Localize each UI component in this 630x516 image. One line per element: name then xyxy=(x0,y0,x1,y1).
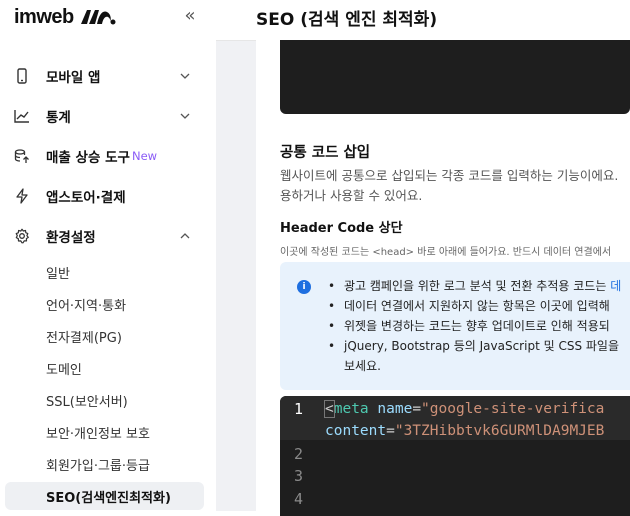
chevron-down-icon xyxy=(178,69,192,83)
sub-item-label: SEO(검색엔진최적화) xyxy=(46,490,171,506)
code-token: "3TZHibbtvk6GURMlDA9MJEB xyxy=(394,423,605,439)
sidebar-item-settings[interactable]: 환경설정 xyxy=(0,216,216,256)
header-code-editor[interactable]: 1 2 3 4 <meta name="google-site-verifica… xyxy=(280,396,630,516)
info-list: 광고 캠페인을 위한 로그 분석 및 전환 추적용 코드는 데 데이터 연결에서… xyxy=(328,276,630,376)
settings-sub-domain[interactable]: 도메인 xyxy=(0,354,216,382)
collapse-sidebar-button[interactable]: « xyxy=(180,4,200,26)
chevron-up-icon xyxy=(178,229,192,243)
code-line-1: <meta name="google-site-verifica xyxy=(324,400,605,418)
line-number: 1 xyxy=(294,400,304,418)
sidebar-item-label: 매출 상승 도구 xyxy=(46,150,130,166)
logo-mark-icon xyxy=(80,10,116,25)
page-title: SEO (검색 엔진 최적화) xyxy=(256,10,438,30)
sub-item-label: 회원가입·그룹·등급 xyxy=(46,458,150,474)
code-token: meta xyxy=(333,401,369,417)
sub-item-label: 도메인 xyxy=(46,362,82,378)
settings-sub-general[interactable]: 일반 xyxy=(0,258,216,286)
settings-sub-ssl[interactable]: SSL(보안서버) xyxy=(0,386,216,414)
content-card: 공통 코드 삽입 웹사이트에 공통으로 삽입되는 각종 코드를 입력하는 기능이… xyxy=(256,40,630,516)
settings-sub-security[interactable]: 보안·개인정보 보호 xyxy=(0,418,216,446)
info-item: 위젯을 변경하는 코드는 향후 업데이트로 인해 적용되 xyxy=(328,316,630,336)
mobile-icon xyxy=(14,68,30,84)
info-item-continuation: 보세요. xyxy=(344,359,381,373)
info-callout: i 광고 캠페인을 위한 로그 분석 및 전환 추적용 코드는 데 데이터 연결… xyxy=(280,262,630,390)
section-desc-line2: 용하거나 사용할 수 있어요. xyxy=(280,188,423,203)
info-item: jQuery, Bootstrap 등의 JavaScript 및 CSS 파일… xyxy=(328,336,630,376)
line-number: 2 xyxy=(294,445,304,463)
code-token: name xyxy=(377,401,413,417)
section-title: 공통 코드 삽입 xyxy=(280,145,371,161)
settings-sub-pg[interactable]: 전자결제(PG) xyxy=(0,322,216,350)
sidebar-item-mobile-app[interactable]: 모바일 앱 xyxy=(0,56,216,96)
settings-sub-membership[interactable]: 회원가입·그룹·등급 xyxy=(0,450,216,478)
sub-item-label: 언어·지역·통화 xyxy=(46,298,127,314)
info-item: 데이터 연결에서 지원하지 않는 항목은 이곳에 입력해 xyxy=(328,296,630,316)
line-number: 4 xyxy=(294,490,304,508)
info-link[interactable]: 데 xyxy=(610,279,621,293)
sidebar-item-label: 앱스토어·결제 xyxy=(46,190,126,206)
sidebar-item-label: 모바일 앱 xyxy=(46,70,101,86)
sub-item-label: 전자결제(PG) xyxy=(46,330,122,346)
code-token: content xyxy=(325,423,387,439)
section-description: 웹사이트에 공통으로 삽입되는 각종 코드를 입력하는 기능이에요. 용하거나 … xyxy=(280,166,630,206)
previous-code-editor[interactable] xyxy=(280,40,630,114)
info-item: 광고 캠페인을 위한 로그 분석 및 전환 추적용 코드는 데 xyxy=(328,276,630,296)
top-header: SEO (검색 엔진 최적화) xyxy=(216,0,630,41)
sidebar-item-appstore-payment[interactable]: 앱스토어·결제 xyxy=(0,176,216,216)
sidebar-item-label: 통계 xyxy=(46,110,71,126)
coins-up-icon xyxy=(14,148,30,164)
sub-item-label: 일반 xyxy=(46,266,70,282)
header-code-title: Header Code 상단 xyxy=(280,221,403,236)
lightning-icon xyxy=(14,188,30,204)
sidebar: imweb « 모바일 앱 통계 매출 상승 도구 New 앱스토어·결제 환경… xyxy=(0,0,217,511)
line-number: 3 xyxy=(294,467,304,485)
info-icon: i xyxy=(297,280,311,294)
chart-line-icon xyxy=(14,108,30,124)
sidebar-item-statistics[interactable]: 통계 xyxy=(0,96,216,136)
section-desc-line1: 웹사이트에 공통으로 삽입되는 각종 코드를 입력하는 기능이에요. xyxy=(280,168,619,183)
code-token: = xyxy=(412,401,422,417)
settings-sub-language[interactable]: 언어·지역·통화 xyxy=(0,290,216,318)
main-area: SEO (검색 엔진 최적화) 공통 코드 삽입 웹사이트에 공통으로 삽입되는… xyxy=(216,0,630,516)
gear-icon xyxy=(14,228,30,244)
sub-item-label: 보안·개인정보 보호 xyxy=(46,426,150,442)
code-token: < xyxy=(324,400,335,418)
code-token: "google-site-verifica xyxy=(421,401,605,417)
header-code-description: 이곳에 작성된 코드는 <head> 바로 아래에 들어가요. 반드시 데이터 … xyxy=(280,247,612,258)
code-line-1-wrapped: content="3TZHibbtvk6GURMlDA9MJEB xyxy=(325,423,604,439)
sub-item-label: SSL(보안서버) xyxy=(46,394,128,410)
imweb-logo[interactable]: imweb xyxy=(14,4,116,30)
settings-sub-seo[interactable]: SEO(검색엔진최적화) xyxy=(0,482,216,510)
new-badge: New xyxy=(132,149,158,163)
logo-text: imweb xyxy=(14,5,74,28)
double-chevron-left-icon: « xyxy=(184,4,196,26)
sidebar-item-label: 환경설정 xyxy=(46,230,96,246)
sidebar-item-sales-tools[interactable]: 매출 상승 도구 New xyxy=(0,136,216,176)
code-token: = xyxy=(386,423,395,439)
chevron-down-icon xyxy=(178,109,192,123)
